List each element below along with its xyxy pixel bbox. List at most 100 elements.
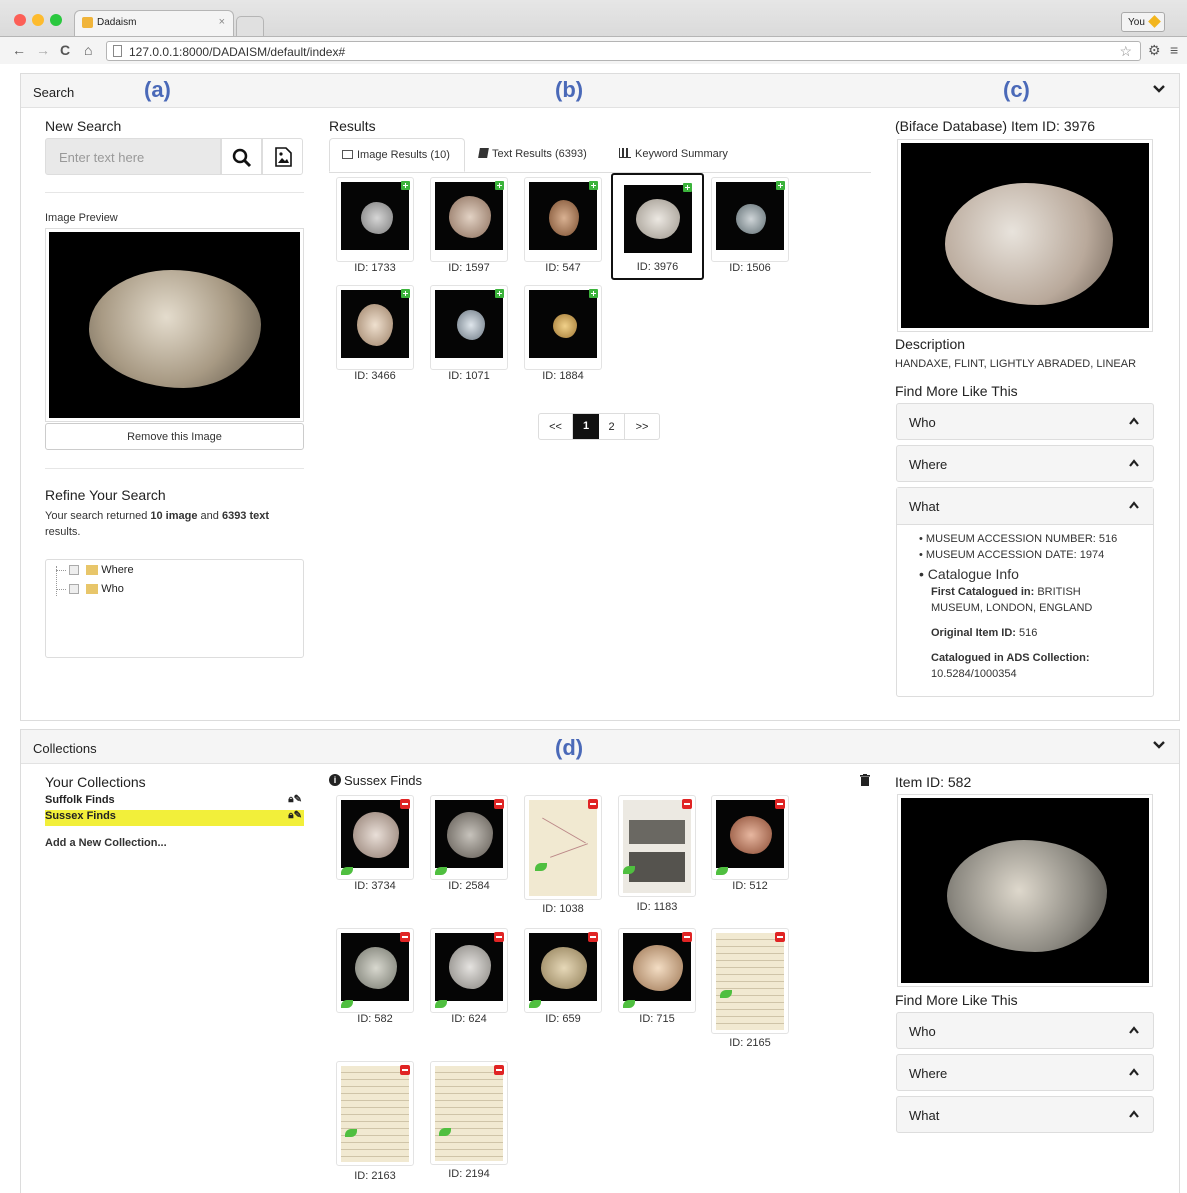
reload-icon[interactable]: C [60, 42, 70, 58]
page-last[interactable]: >> [625, 414, 659, 439]
trash-icon[interactable] [860, 774, 870, 786]
result-thumb[interactable]: ID: 1597 [430, 177, 508, 274]
thumb-image [716, 800, 784, 868]
close-window-icon[interactable] [14, 14, 26, 26]
tree-item-where[interactable]: Where [56, 564, 134, 582]
tree-item-who[interactable]: Who [56, 583, 124, 601]
bookmark-star-icon[interactable]: ☆ [1119, 43, 1132, 60]
accordion-where[interactable]: Where [896, 445, 1154, 482]
accordion-who[interactable]: Who [896, 1012, 1154, 1049]
remove-icon[interactable] [494, 799, 504, 809]
collection-item[interactable]: Suffolk Finds 🔒︎✎ [45, 794, 304, 810]
remove-image-button[interactable]: Remove this Image [45, 423, 304, 450]
result-thumb[interactable]: ID: 547 [524, 177, 602, 274]
new-tab-button[interactable] [236, 16, 264, 36]
collection-thumb[interactable]: ID: 3734 [336, 795, 414, 892]
result-thumb[interactable]: ID: 1884 [524, 285, 602, 382]
remove-icon[interactable] [400, 1065, 410, 1075]
collection-item-active[interactable]: Sussex Finds 🔒︎✎ [45, 810, 304, 826]
remove-icon[interactable] [775, 932, 785, 942]
extension-icon[interactable]: ⚙ [1148, 42, 1161, 58]
page-2[interactable]: 2 [599, 414, 625, 439]
remove-icon[interactable] [494, 1065, 504, 1075]
collection-thumb[interactable]: ID: 512 [711, 795, 789, 892]
first-catalogued: First Catalogued in: BRITISH MUSEUM, LOND… [919, 584, 1117, 616]
tab-image-results[interactable]: Image Results (10) [329, 138, 465, 172]
thumb-image [624, 185, 692, 253]
chevron-down-icon[interactable] [1153, 739, 1165, 751]
remove-icon[interactable] [682, 932, 692, 942]
collection-thumb[interactable]: ID: 1038 [524, 795, 602, 915]
menu-icon[interactable]: ≡ [1170, 42, 1178, 58]
handaxe-image [89, 270, 261, 388]
accordion-who[interactable]: Who [896, 403, 1154, 440]
page-first[interactable]: << [539, 414, 573, 439]
remove-icon[interactable] [400, 799, 410, 809]
tab-text-results[interactable]: Text Results (6393) [467, 138, 605, 172]
tab-keyword-summary[interactable]: Keyword Summary [607, 138, 747, 172]
description-text: HANDAXE, FLINT, LIGHTLY ABRADED, LINEAR [895, 358, 1137, 370]
collection-thumb[interactable]: ID: 582 [336, 928, 414, 1025]
chevron-down-icon[interactable] [1153, 83, 1165, 95]
add-icon[interactable] [683, 183, 692, 192]
accordion-what[interactable]: What • MUSEUM ACCESSION NUMBER: 516 • MU… [896, 487, 1154, 697]
collection-thumb[interactable]: ID: 2163 [336, 1061, 414, 1182]
remove-icon[interactable] [588, 799, 598, 809]
search-button[interactable] [221, 138, 262, 175]
back-icon[interactable]: ← [12, 42, 26, 58]
screen: Dadaism × You ← → C ⌂ 127.0.0.1:8000/DAD… [0, 0, 1187, 1193]
lock-edit-icon[interactable]: 🔒︎✎ [288, 794, 302, 805]
thumb-image [341, 933, 409, 1001]
image-search-button[interactable] [262, 138, 303, 175]
add-icon[interactable] [776, 181, 785, 190]
collection-thumb[interactable]: ID: 2194 [430, 1061, 508, 1180]
result-thumb[interactable]: ID: 3466 [336, 285, 414, 382]
chevron-up-icon [1129, 1110, 1139, 1118]
remove-icon[interactable] [400, 932, 410, 942]
remove-icon[interactable] [588, 932, 598, 942]
lock-edit-icon[interactable]: 🔒︎✎ [288, 810, 302, 821]
refine-text: results. [45, 526, 81, 538]
zoom-window-icon[interactable] [50, 14, 62, 26]
thumb-label: ID: 3466 [354, 370, 396, 382]
collection-thumb[interactable]: ID: 1183 [618, 795, 696, 913]
collections-panel-header[interactable]: Collections [21, 730, 1179, 764]
checkbox[interactable] [69, 584, 80, 595]
accordion-where[interactable]: Where [896, 1054, 1154, 1091]
collection-detail-title: Item ID: 582 [895, 774, 972, 790]
checkbox[interactable] [69, 565, 80, 576]
tab-label: Text Results (6393) [492, 148, 587, 160]
result-thumb[interactable]: ID: 1733 [336, 177, 414, 274]
page-1[interactable]: 1 [573, 414, 599, 439]
profile-label: You [1128, 17, 1145, 28]
remove-icon[interactable] [682, 799, 692, 809]
result-thumb[interactable]: ID: 1506 [711, 177, 789, 274]
browser-tab[interactable]: Dadaism × [74, 10, 234, 36]
profile-button[interactable]: You [1121, 12, 1165, 32]
add-icon[interactable] [589, 181, 598, 190]
address-bar[interactable]: 127.0.0.1:8000/DADAISM/default/index# ☆ [106, 41, 1141, 61]
minimize-window-icon[interactable] [32, 14, 44, 26]
add-icon[interactable] [589, 289, 598, 298]
thumb-label: ID: 3734 [354, 880, 396, 892]
collection-thumb[interactable]: ID: 2165 [711, 928, 789, 1049]
collection-thumb[interactable]: ID: 2584 [430, 795, 508, 892]
add-icon[interactable] [401, 181, 410, 190]
home-icon[interactable]: ⌂ [84, 42, 92, 58]
add-icon[interactable] [495, 289, 504, 298]
forward-icon[interactable]: → [36, 42, 50, 58]
accordion-what[interactable]: What [896, 1096, 1154, 1133]
result-thumb-selected[interactable]: ID: 3976 [611, 173, 704, 280]
add-collection-link[interactable]: Add a New Collection... [45, 837, 167, 849]
add-icon[interactable] [401, 289, 410, 298]
tab-title: Dadaism [97, 17, 137, 28]
collection-thumb[interactable]: ID: 715 [618, 928, 696, 1025]
remove-icon[interactable] [775, 799, 785, 809]
collection-thumb[interactable]: ID: 624 [430, 928, 508, 1025]
close-tab-icon[interactable]: × [219, 16, 225, 28]
result-thumb[interactable]: ID: 1071 [430, 285, 508, 382]
add-icon[interactable] [495, 181, 504, 190]
search-input[interactable]: Enter text here [45, 138, 221, 175]
collection-thumb[interactable]: ID: 659 [524, 928, 602, 1025]
remove-icon[interactable] [494, 932, 504, 942]
